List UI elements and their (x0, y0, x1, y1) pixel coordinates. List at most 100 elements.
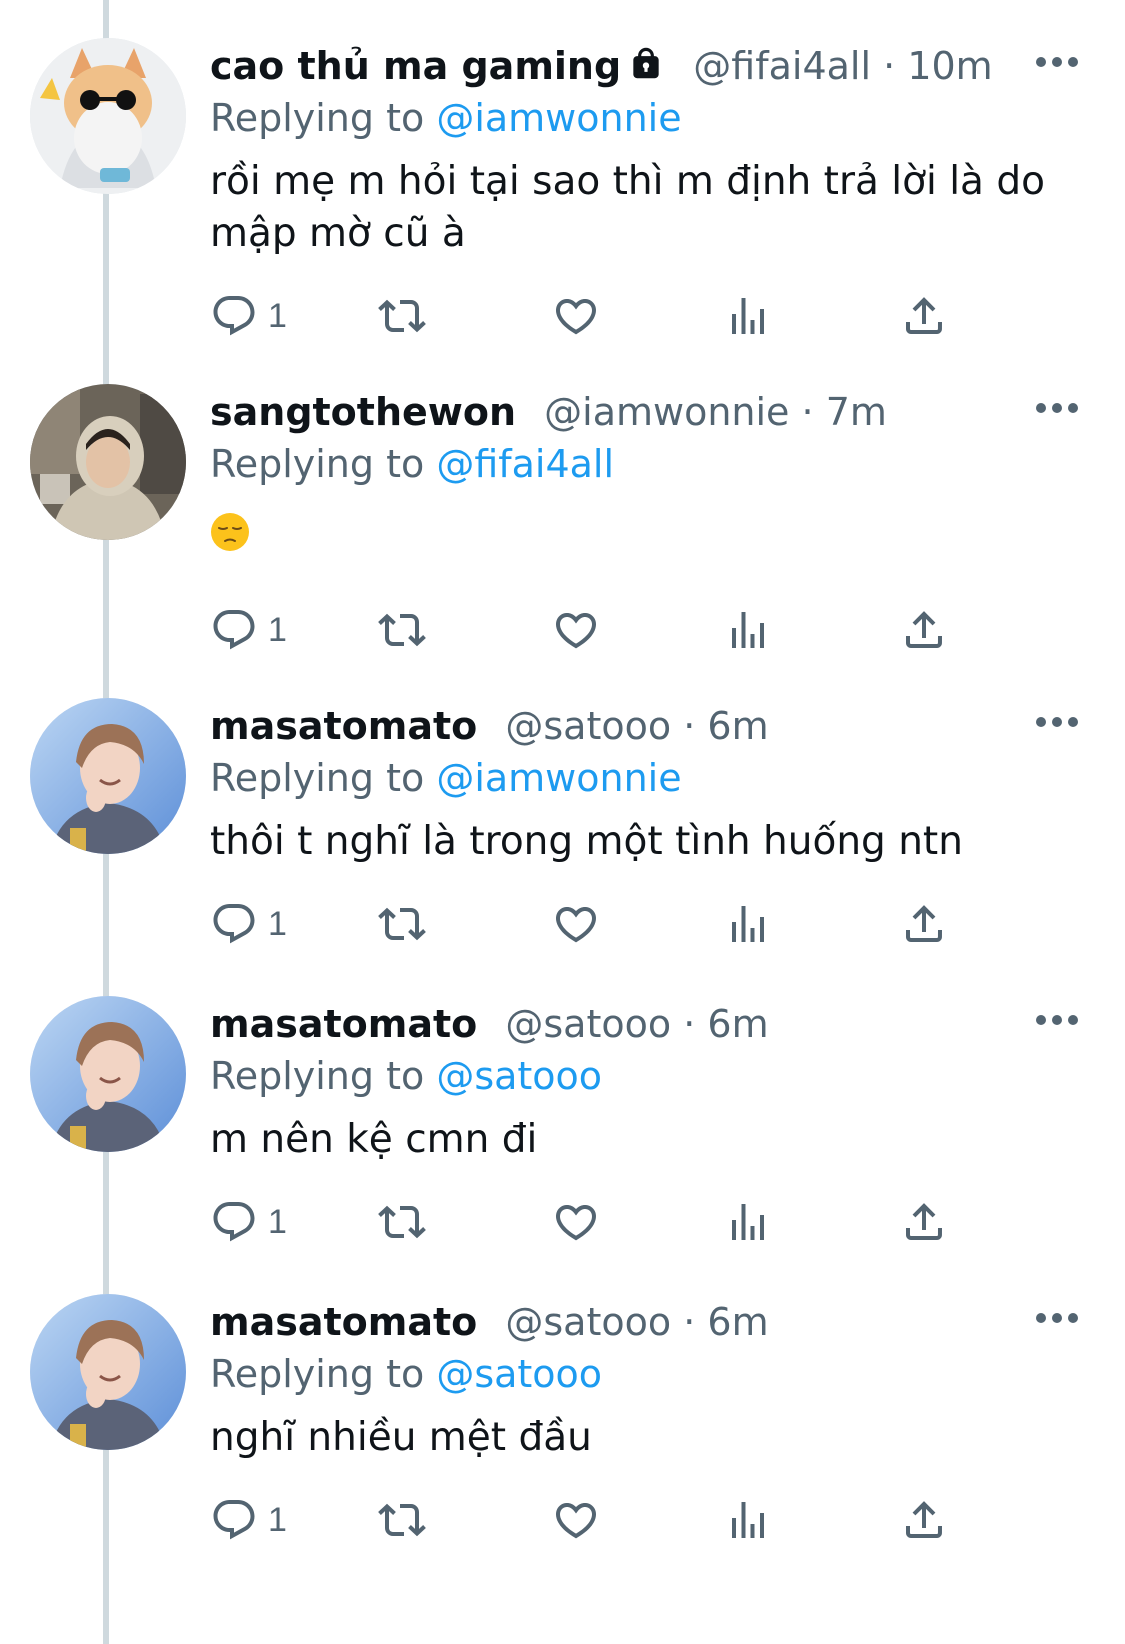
tweet-text: nghĩ nhiều mệt đầu (210, 1415, 592, 1460)
smiling-boy-avatar (30, 1294, 186, 1450)
more-icon[interactable] (1034, 54, 1080, 70)
handle[interactable]: @satooo (505, 1300, 671, 1344)
retweet-button[interactable] (378, 894, 426, 954)
smiling-boy-avatar (30, 698, 186, 854)
retweet-icon (378, 1503, 426, 1537)
avatar[interactable] (30, 698, 186, 854)
retweet-button[interactable] (378, 1490, 426, 1550)
like-button[interactable] (552, 1490, 600, 1550)
reply-button[interactable]: 1 (210, 286, 287, 346)
timestamp[interactable]: 6m (707, 1002, 768, 1046)
share-button[interactable] (900, 1490, 948, 1550)
heart-icon (555, 907, 597, 943)
reply-button[interactable]: 1 (210, 600, 287, 660)
pensive-face-emoji (211, 513, 249, 551)
tweet-actions: 1 (210, 286, 1010, 346)
more-icon[interactable] (1034, 1012, 1080, 1028)
tweet-text: thôi t nghĩ là trong một tình huống ntn (210, 819, 963, 864)
replying-prefix: Replying to (210, 1054, 437, 1098)
replying-to-mention[interactable]: @satooo (436, 1054, 602, 1098)
share-button[interactable] (900, 894, 948, 954)
replying-to-mention[interactable]: @fifai4all (436, 442, 614, 486)
handle[interactable]: @fifai4all (693, 44, 871, 88)
separator-dot: · (683, 1300, 696, 1344)
tweet-actions: 1 (210, 894, 1010, 954)
heart-icon (555, 613, 597, 649)
replying-to-mention[interactable]: @iamwonnie (436, 96, 681, 140)
display-name[interactable]: masatomato (210, 1002, 477, 1046)
retweet-button[interactable] (378, 286, 426, 346)
display-name[interactable]: masatomato (210, 704, 477, 748)
share-button[interactable] (900, 1192, 948, 1252)
more-icon[interactable] (1034, 714, 1080, 730)
views-button[interactable] (724, 894, 772, 954)
like-button[interactable] (552, 894, 600, 954)
reply-count: 1 (268, 904, 287, 943)
reply-icon (213, 610, 255, 650)
share-button[interactable] (900, 286, 948, 346)
replying-to: Replying to @fifai4all (210, 438, 614, 490)
retweet-button[interactable] (378, 600, 426, 660)
tweet-text: rồi mẹ m hỏi tại sao thì m định trả lời … (210, 159, 1045, 256)
tweet-actions: 1 (210, 600, 1010, 660)
handle[interactable]: @satooo (505, 1002, 671, 1046)
views-button[interactable] (724, 286, 772, 346)
more-icon[interactable] (1034, 1310, 1080, 1326)
tweet-header: masatomato @satooo · 6m (210, 998, 769, 1050)
reply-button[interactable]: 1 (210, 1192, 287, 1252)
tweet-header: sangtothewon @iamwonnie · 7m (210, 386, 887, 438)
handle[interactable]: @iamwonnie (544, 390, 789, 434)
reply-button[interactable]: 1 (210, 1490, 287, 1550)
like-button[interactable] (552, 600, 600, 660)
avatar[interactable] (30, 1294, 186, 1450)
reply-icon (213, 1202, 255, 1242)
avatar[interactable] (30, 996, 186, 1152)
views-icon (732, 906, 764, 942)
heart-icon (555, 1503, 597, 1539)
reply-icon (213, 904, 255, 944)
views-button[interactable] (724, 600, 772, 660)
like-button[interactable] (552, 286, 600, 346)
timestamp[interactable]: 6m (707, 1300, 768, 1344)
tweet-actions: 1 (210, 1192, 1010, 1252)
share-icon (906, 905, 942, 942)
separator-dot: · (801, 390, 814, 434)
timestamp[interactable]: 10m (907, 44, 992, 88)
replying-to-mention[interactable]: @satooo (436, 1352, 602, 1396)
share-icon (906, 1501, 942, 1538)
replying-to: Replying to @iamwonnie (210, 752, 682, 804)
display-name[interactable]: masatomato (210, 1300, 477, 1344)
replying-to: Replying to @iamwonnie (210, 92, 682, 144)
tweet-text (210, 512, 1070, 566)
tweet-header: masatomato @satooo · 6m (210, 1296, 769, 1348)
retweet-icon (378, 907, 426, 941)
retweet-icon (378, 1205, 426, 1239)
reply-button[interactable]: 1 (210, 894, 287, 954)
like-button[interactable] (552, 1192, 600, 1252)
views-button[interactable] (724, 1192, 772, 1252)
separator-dot: · (683, 1002, 696, 1046)
views-icon (732, 298, 764, 334)
handle[interactable]: @satooo (505, 704, 671, 748)
heart-icon (555, 299, 597, 335)
reply-count: 1 (268, 1500, 287, 1539)
timestamp[interactable]: 7m (826, 390, 887, 434)
views-icon (732, 612, 764, 648)
views-button[interactable] (724, 1490, 772, 1550)
reply-icon (213, 296, 255, 336)
more-icon[interactable] (1034, 400, 1080, 416)
avatar[interactable] (30, 384, 186, 540)
timestamp[interactable]: 6m (707, 704, 768, 748)
replying-to-mention[interactable]: @iamwonnie (436, 756, 681, 800)
retweet-button[interactable] (378, 1192, 426, 1252)
display-name[interactable]: cao thủ ma gaming (210, 44, 621, 88)
replying-prefix: Replying to (210, 756, 437, 800)
share-button[interactable] (900, 600, 948, 660)
reply-count: 1 (268, 1202, 287, 1241)
views-icon (732, 1502, 764, 1538)
avatar[interactable] (30, 38, 186, 194)
tweet-actions: 1 (210, 1490, 1010, 1550)
share-icon (906, 1203, 942, 1240)
replying-prefix: Replying to (210, 442, 437, 486)
display-name[interactable]: sangtothewon (210, 390, 516, 434)
